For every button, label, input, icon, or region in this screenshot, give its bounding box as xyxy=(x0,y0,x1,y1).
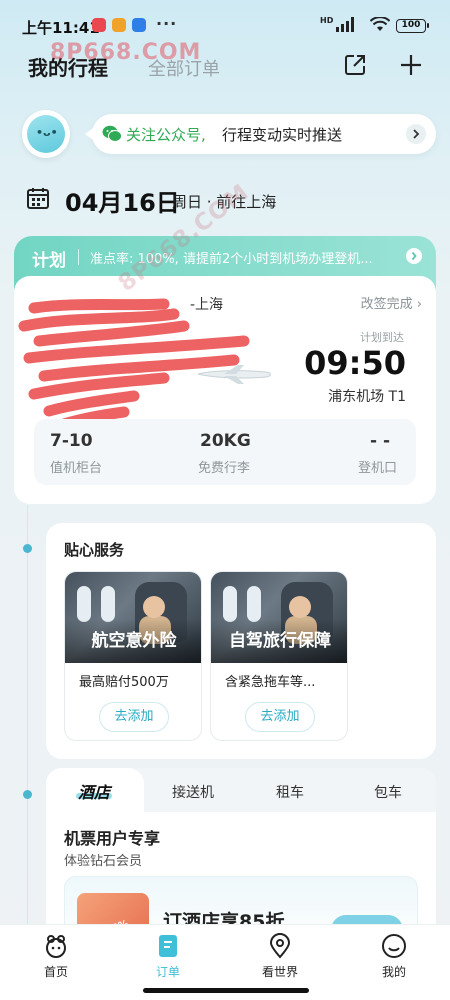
arrive-airport: 浦东机场 T1 xyxy=(328,389,406,405)
add-icon[interactable] xyxy=(398,52,424,78)
battery-icon: 100 xyxy=(396,19,429,33)
change-status-link[interactable]: 改签完成 › xyxy=(361,293,422,312)
service-name: 自驾旅行保障 xyxy=(229,631,331,651)
profile-icon xyxy=(382,934,406,958)
nav-label: 我的 xyxy=(381,965,406,979)
location-icon xyxy=(269,933,291,959)
service-item-road-trip-protection[interactable]: 自驾旅行保障 含紧急拖车等... 去添加 xyxy=(210,571,348,741)
checkin-counter-label: 值机柜台 xyxy=(50,461,103,476)
wifi-icon xyxy=(370,17,390,31)
timeline-dot xyxy=(23,790,32,799)
airplane-icon xyxy=(197,365,271,384)
wechat-icon xyxy=(102,125,122,142)
follow-official-account-banner[interactable]: 关注公众号, 行程变动实时推送 xyxy=(85,114,436,154)
mascot-avatar[interactable]: •ᴗ• xyxy=(22,110,70,158)
order-icon xyxy=(159,935,177,957)
signal-icon xyxy=(336,17,354,32)
timeline-dot xyxy=(23,544,32,553)
status-time: 上午11:41 xyxy=(22,19,100,37)
chevron-right-icon xyxy=(406,248,422,264)
arrive-time: 09:50 xyxy=(304,344,406,382)
service-name: 航空意外险 xyxy=(91,631,177,651)
divider xyxy=(78,249,79,265)
checkin-counter-value: 7-10 xyxy=(50,431,93,451)
app-notification-icon xyxy=(132,18,146,32)
tab-hotel[interactable]: 酒店 xyxy=(46,768,144,812)
hd-icon: HD xyxy=(320,16,334,25)
arrive-label: 计划到达 xyxy=(360,331,404,344)
tab-airport-transfer[interactable]: 接送机 xyxy=(172,782,214,802)
app-notification-icon xyxy=(112,18,126,32)
app-notification-icon xyxy=(92,18,106,32)
nav-orders[interactable]: 订单 xyxy=(128,925,208,985)
home-indicator xyxy=(143,988,309,993)
hotel-promo-title: 机票用户专享 xyxy=(64,829,161,848)
from-city: -上海 xyxy=(190,297,224,313)
tab-hotel-label: 酒店 xyxy=(78,783,111,802)
follow-highlight: 关注公众号, xyxy=(126,126,206,144)
flight-info-box: 7-10 值机柜台 20KG 免费行李 - - 登机口 xyxy=(34,419,416,485)
service-desc: 含紧急拖车等... xyxy=(225,675,316,690)
follow-text: 行程变动实时推送 xyxy=(222,126,343,144)
plan-label: 计划 xyxy=(32,251,66,271)
calendar-icon xyxy=(27,188,49,209)
nav-explore[interactable]: 看世界 xyxy=(240,925,320,985)
nav-home[interactable]: 首页 xyxy=(16,925,96,985)
baggage-value: 20KG xyxy=(200,431,251,451)
services-card: 贴心服务 航空意外险 最高赔付500万 去添加 自驾旅行保障 含紧急拖车等...… xyxy=(46,523,436,759)
timeline-line xyxy=(27,505,28,930)
add-service-button[interactable]: 去添加 xyxy=(245,702,315,732)
tab-charter-car[interactable]: 包车 xyxy=(374,782,402,802)
nav-label: 看世界 xyxy=(261,965,298,979)
service-desc: 最高赔付500万 xyxy=(79,675,169,690)
hotel-promo-sub: 体验钻石会员 xyxy=(64,854,143,869)
baggage-label: 免费行李 xyxy=(198,461,251,476)
nav-label: 订单 xyxy=(155,965,180,979)
nav-profile[interactable]: 我的 xyxy=(354,925,434,985)
home-icon xyxy=(46,935,66,958)
watermark: 8P668.COM xyxy=(50,40,202,65)
service-item-flight-insurance[interactable]: 航空意外险 最高赔付500万 去添加 xyxy=(64,571,202,741)
share-icon[interactable] xyxy=(342,52,368,78)
add-service-button[interactable]: 去添加 xyxy=(99,702,169,732)
tab-car-rental[interactable]: 租车 xyxy=(276,782,304,802)
gate-value: - - xyxy=(370,431,391,451)
nav-label: 首页 xyxy=(43,965,68,979)
gate-label: 登机口 xyxy=(358,461,398,476)
more-notifications-icon: ··· xyxy=(156,14,178,33)
trip-date: 04月16日 xyxy=(65,189,180,217)
services-title: 贴心服务 xyxy=(64,541,125,559)
flight-card[interactable]: -上海 改签完成 › 计划到达 09:50 浦东机场 T1 7-10 值机柜台 … xyxy=(14,276,436,504)
chevron-right-icon xyxy=(406,124,426,144)
